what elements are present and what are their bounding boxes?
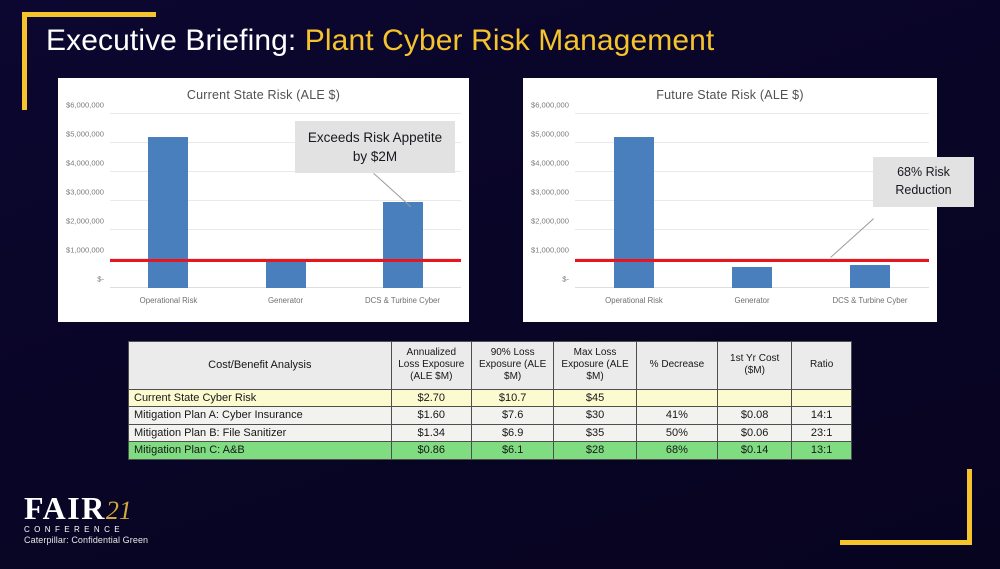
chart-bar <box>148 137 189 288</box>
column-header-maxloss: Max Loss Exposure (ALE $M) <box>553 341 637 390</box>
chart-bar <box>382 202 423 288</box>
column-header-analysis: Cost/Benefit Analysis <box>128 341 392 390</box>
cell-max-loss: $35 <box>553 423 637 443</box>
cell-percent-decrease: 41% <box>635 406 719 425</box>
logo-subtitle: CONFERENCE <box>24 525 125 534</box>
cell-max-loss: $30 <box>553 406 637 425</box>
page-title: Executive Briefing: Plant Cyber Risk Man… <box>46 24 714 58</box>
chart-x-axis-label: Operational Risk <box>139 296 198 305</box>
cell-ratio <box>791 388 852 408</box>
logo-year: 21 <box>105 496 132 525</box>
cost-benefit-table-wrapper: Cost/Benefit Analysis Annualized Loss Ex… <box>128 341 852 461</box>
column-header-ale: Annualized Loss Exposure (ALE $M) <box>390 341 472 390</box>
chart-y-axis-tick: $5,000,000 <box>65 129 104 139</box>
cell-percent-decrease <box>635 388 719 408</box>
cell-analysis-label: Mitigation Plan C: A&B <box>128 441 392 461</box>
cell-loss-90: $6.1 <box>470 441 555 461</box>
chart-x-axis-label: DCS & Turbine Cyber <box>365 296 440 305</box>
cell-loss-90: $7.6 <box>470 406 555 425</box>
cell-analysis-label: Current State Cyber Risk <box>128 388 392 408</box>
chart-x-axis-label: Operational Risk <box>605 296 663 305</box>
column-header-decrease: % Decrease <box>635 341 719 390</box>
table-body: Current State Cyber Risk $2.70 $10.7 $45 Mit… <box>128 388 852 461</box>
chart-current-state: Current State Risk (ALE $) $6,000,000 $5,… <box>58 78 469 322</box>
chart-bar <box>265 262 306 288</box>
chart-y-axis-tick: $1,000,000 <box>530 245 569 255</box>
chart-y-axis-tick: $4,000,000 <box>65 158 104 168</box>
chart-y-axis-tick: $3,000,000 <box>530 187 569 197</box>
chart-y-axis-tick: $- <box>97 274 104 284</box>
table-row: Mitigation Plan B: File Sanitizer $1.34 $6… <box>128 423 852 443</box>
cell-analysis-label: Mitigation Plan A: Cyber Insurance <box>128 406 392 425</box>
cell-analysis-label: Mitigation Plan B: File Sanitizer <box>128 423 392 443</box>
page-title-prefix: Executive Briefing: <box>46 24 305 57</box>
chart-y-axis-tick: $4,000,000 <box>530 158 569 168</box>
chart-y-axis-tick: $5,000,000 <box>530 129 569 139</box>
chart-title: Future State Risk (ALE $) <box>656 88 804 102</box>
cell-loss-90: $10.7 <box>470 388 555 408</box>
cell-first-year-cost: $0.06 <box>717 423 793 443</box>
chart-gridline <box>575 113 929 114</box>
chart-bar <box>732 266 772 288</box>
chart-bar <box>613 137 654 288</box>
chart-bar <box>850 265 890 288</box>
table-row: Mitigation Plan C: A&B $0.86 $6.1 $28 68% $0.… <box>128 441 852 461</box>
callout-exceeds-risk-appetite: Exceeds Risk Appetite by $2M <box>295 121 455 174</box>
cell-first-year-cost: $0.14 <box>717 441 793 461</box>
chart-x-axis-label: Generator <box>734 296 770 305</box>
cell-percent-decrease: 50% <box>635 423 719 443</box>
risk-appetite-threshold-line <box>575 258 929 262</box>
cell-ratio: 14:1 <box>791 406 852 425</box>
column-header-ratio: Ratio <box>791 341 852 390</box>
confidentiality-notice: Caterpillar: Confidential Green <box>24 535 149 545</box>
chart-y-axis-tick: $- <box>562 274 569 284</box>
table-header: Cost/Benefit Analysis Annualized Loss Ex… <box>128 341 852 390</box>
fair-conference-logo: FAIR21 CONFERENCE Caterpillar: Confident… <box>24 492 148 545</box>
callout-risk-reduction: 68% Risk Reduction <box>873 157 974 207</box>
risk-appetite-threshold-line <box>110 258 461 262</box>
page-title-accent: Plant Cyber Risk Management <box>304 24 715 57</box>
cell-ale: $1.34 <box>390 423 472 443</box>
cell-percent-decrease: 68% <box>635 441 719 461</box>
cell-loss-90: $6.9 <box>470 423 555 443</box>
table-row: Current State Cyber Risk $2.70 $10.7 $45 <box>128 388 852 408</box>
column-header-loss90: 90% Loss Exposure (ALE $M) <box>470 341 555 390</box>
chart-y-axis-tick: $2,000,000 <box>65 216 104 226</box>
slide-canvas: Executive Briefing: Plant Cyber Risk Man… <box>0 0 1000 569</box>
chart-y-axis-tick: $6,000,000 <box>65 100 104 110</box>
column-header-cost: 1st Yr Cost ($M) <box>717 341 793 390</box>
chart-y-axis-tick: $6,000,000 <box>530 100 569 110</box>
chart-gridline <box>110 113 461 114</box>
table-row: Mitigation Plan A: Cyber Insurance $1.60 $… <box>128 406 852 425</box>
cell-ratio: 13:1 <box>791 441 852 461</box>
corner-accent-bottom-right <box>840 469 972 545</box>
cell-max-loss: $45 <box>553 388 637 408</box>
chart-y-axis-tick: $3,000,000 <box>65 187 104 197</box>
cell-first-year-cost <box>717 388 793 408</box>
logo-wordmark: FAIR <box>24 490 106 526</box>
cell-first-year-cost: $0.08 <box>717 406 793 425</box>
cell-ale: $0.86 <box>390 441 472 461</box>
chart-y-axis-tick: $1,000,000 <box>65 245 104 255</box>
table-header-row: Cost/Benefit Analysis Annualized Loss Ex… <box>128 341 852 390</box>
cost-benefit-table: Cost/Benefit Analysis Annualized Loss Ex… <box>128 341 852 461</box>
cell-max-loss: $28 <box>553 441 637 461</box>
chart-title: Current State Risk (ALE $) <box>186 88 341 102</box>
cell-ale: $2.70 <box>390 388 472 408</box>
chart-x-axis-label: DCS & Turbine Cyber <box>832 296 908 305</box>
cell-ratio: 23:1 <box>791 423 852 443</box>
chart-y-axis-tick: $2,000,000 <box>530 216 569 226</box>
cell-ale: $1.60 <box>390 406 472 425</box>
chart-x-axis-label: Generator <box>267 296 304 305</box>
